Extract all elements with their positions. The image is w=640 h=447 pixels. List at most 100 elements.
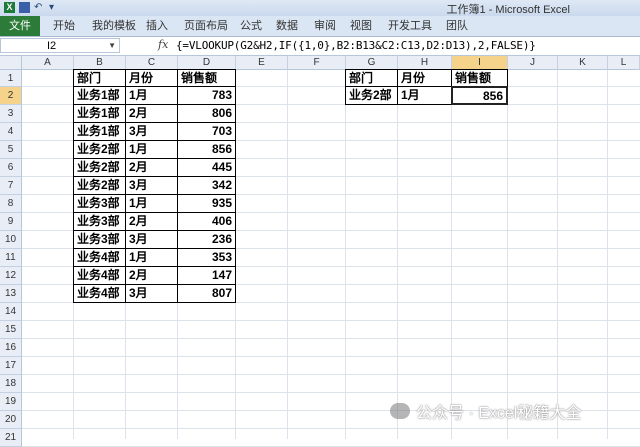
column-header-e[interactable]: E [236, 56, 288, 70]
tab-home[interactable]: 开始 [53, 16, 75, 36]
row-header-3[interactable]: 3 [0, 105, 22, 123]
column-header-l[interactable]: L [608, 56, 640, 70]
table-cell[interactable]: 3月 [125, 284, 178, 303]
row-header-14[interactable]: 14 [0, 303, 22, 321]
table-cell[interactable]: 业务4部 [73, 284, 126, 303]
table-cell[interactable]: 业务3部 [73, 212, 126, 231]
wechat-icon [390, 403, 410, 419]
lookup-header-cell[interactable]: 销售额 [451, 69, 508, 87]
row-header-20[interactable]: 20 [0, 411, 22, 429]
tab-data[interactable]: 数据 [276, 16, 298, 36]
column-header-b[interactable]: B [74, 56, 126, 70]
name-box[interactable]: I2 ▼ [0, 38, 120, 53]
table-cell[interactable]: 406 [177, 212, 236, 231]
row-header-13[interactable]: 13 [0, 285, 22, 303]
column-header-j[interactable]: J [508, 56, 558, 70]
column-header-h[interactable]: H [398, 56, 452, 70]
table-cell[interactable]: 783 [177, 86, 236, 105]
table-cell[interactable]: 1月 [125, 248, 178, 267]
table-cell[interactable]: 2月 [125, 104, 178, 123]
table-cell[interactable]: 342 [177, 176, 236, 195]
table-cell[interactable]: 3月 [125, 230, 178, 249]
table-cell[interactable]: 703 [177, 122, 236, 141]
table-cell[interactable]: 935 [177, 194, 236, 213]
row-header-15[interactable]: 15 [0, 321, 22, 339]
column-header-a[interactable]: A [22, 56, 74, 70]
select-all-corner[interactable] [0, 56, 22, 70]
table-cell[interactable]: 1月 [125, 86, 178, 105]
tab-review[interactable]: 审阅 [314, 16, 336, 36]
table-cell[interactable]: 业务2部 [73, 158, 126, 177]
row-header-1[interactable]: 1 [0, 70, 22, 87]
worksheet-grid[interactable]: A B C D E F G H I J K L 1 2 3 4 5 6 7 8 9 10 11 12 13 14 15 16 17 18 1… [0, 56, 640, 447]
table-cell[interactable]: 3月 [125, 122, 178, 141]
row-header-4[interactable]: 4 [0, 123, 22, 141]
tab-page-layout[interactable]: 页面布局 [184, 16, 228, 36]
tab-team[interactable]: 团队 [446, 16, 468, 36]
table-cell[interactable]: 1月 [125, 140, 178, 159]
table-cell[interactable]: 807 [177, 284, 236, 303]
row-header-5[interactable]: 5 [0, 141, 22, 159]
table-cell[interactable]: 856 [177, 140, 236, 159]
table-header-cell[interactable]: 部门 [73, 69, 126, 87]
lookup-header-cell[interactable]: 部门 [345, 69, 398, 87]
column-header-k[interactable]: K [558, 56, 608, 70]
table-cell[interactable]: 236 [177, 230, 236, 249]
ribbon-tabs: 文件 开始 我的模板 插入 页面布局 公式 数据 审阅 视图 开发工具 团队 [0, 16, 640, 37]
gridline-horizontal [22, 428, 640, 429]
tab-developer[interactable]: 开发工具 [388, 16, 432, 36]
table-cell[interactable]: 业务1部 [73, 122, 126, 141]
tab-insert[interactable]: 插入 [146, 16, 168, 36]
table-cell[interactable]: 2月 [125, 212, 178, 231]
table-cell[interactable]: 业务4部 [73, 248, 126, 267]
table-cell[interactable]: 业务4部 [73, 266, 126, 285]
table-cell[interactable]: 147 [177, 266, 236, 285]
row-header-10[interactable]: 10 [0, 231, 22, 249]
table-cell[interactable]: 业务1部 [73, 104, 126, 123]
table-cell[interactable]: 806 [177, 104, 236, 123]
table-cell[interactable]: 业务1部 [73, 86, 126, 105]
table-header-cell[interactable]: 月份 [125, 69, 178, 87]
lookup-header-cell[interactable]: 月份 [397, 69, 452, 87]
gridline-horizontal [22, 392, 640, 393]
row-header-19[interactable]: 19 [0, 393, 22, 411]
row-header-21[interactable]: 21 [0, 429, 22, 447]
row-header-7[interactable]: 7 [0, 177, 22, 195]
row-header-12[interactable]: 12 [0, 267, 22, 285]
tab-formulas[interactable]: 公式 [240, 16, 262, 36]
table-cell[interactable]: 业务2部 [73, 140, 126, 159]
chevron-down-icon[interactable]: ▼ [108, 39, 116, 53]
table-cell[interactable]: 2月 [125, 158, 178, 177]
table-cell[interactable]: 业务3部 [73, 230, 126, 249]
column-header-g[interactable]: G [346, 56, 398, 70]
row-header-2[interactable]: 2 [0, 87, 22, 105]
table-cell[interactable]: 3月 [125, 176, 178, 195]
formula-input[interactable]: {=VLOOKUP(G2&H2,IF({1,0},B2:B13&C2:C13,D… [176, 38, 536, 53]
tab-view[interactable]: 视图 [350, 16, 372, 36]
active-cell[interactable]: 856 [451, 86, 508, 105]
insert-function-icon[interactable]: fx [158, 38, 168, 51]
row-header-8[interactable]: 8 [0, 195, 22, 213]
lookup-cell[interactable]: 1月 [397, 86, 452, 105]
row-header-9[interactable]: 9 [0, 213, 22, 231]
table-header-cell[interactable]: 销售额 [177, 69, 236, 87]
table-cell[interactable]: 业务3部 [73, 194, 126, 213]
row-header-6[interactable]: 6 [0, 159, 22, 177]
table-cell[interactable]: 445 [177, 158, 236, 177]
table-cell[interactable]: 业务2部 [73, 176, 126, 195]
row-header-16[interactable]: 16 [0, 339, 22, 357]
row-header-18[interactable]: 18 [0, 375, 22, 393]
tab-file[interactable]: 文件 [0, 16, 40, 36]
tab-my-templates[interactable]: 我的模板 [92, 16, 136, 36]
column-header-c[interactable]: C [126, 56, 178, 70]
table-cell[interactable]: 1月 [125, 194, 178, 213]
row-header-17[interactable]: 17 [0, 357, 22, 375]
table-cell[interactable]: 353 [177, 248, 236, 267]
table-cell[interactable]: 2月 [125, 266, 178, 285]
window-title: 工作簿1 - Microsoft Excel [446, 4, 570, 16]
lookup-cell[interactable]: 业务2部 [345, 86, 398, 105]
row-header-11[interactable]: 11 [0, 249, 22, 267]
column-header-f[interactable]: F [288, 56, 346, 70]
column-header-d[interactable]: D [178, 56, 236, 70]
column-header-i[interactable]: I [452, 56, 508, 70]
